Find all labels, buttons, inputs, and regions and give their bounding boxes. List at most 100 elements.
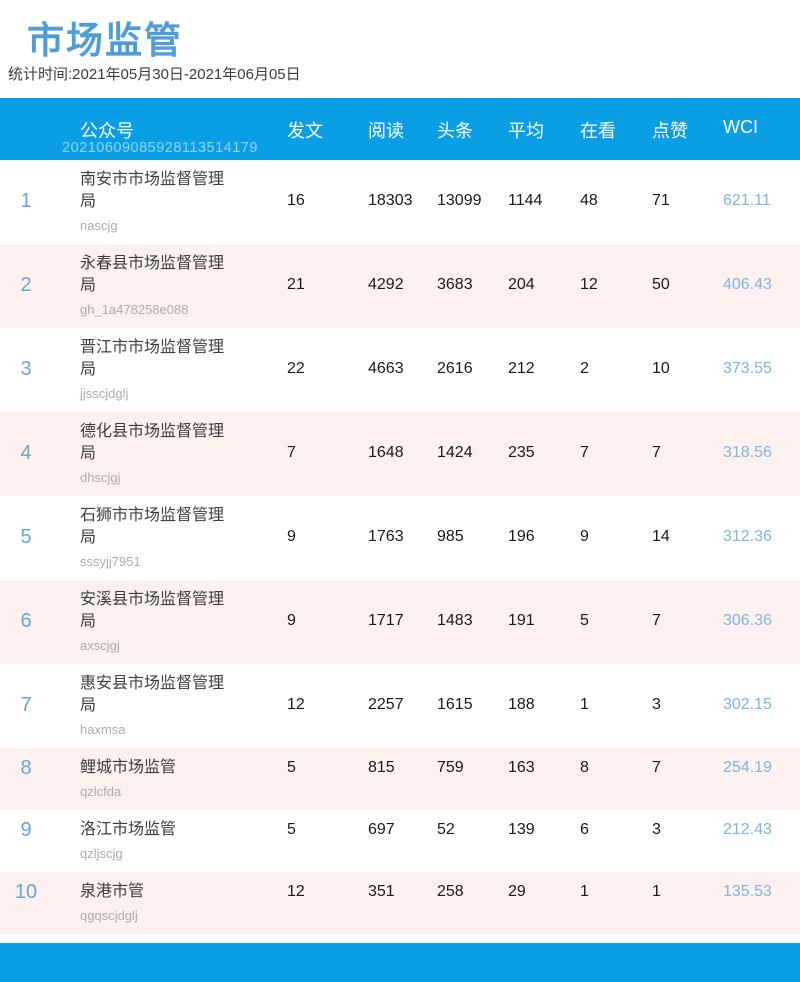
watching-value: 2 <box>580 358 652 403</box>
wci-value: 306.36 <box>723 610 800 655</box>
headline-value: 759 <box>437 757 508 801</box>
account-cell: 泉港市管 qgqscjdglj <box>80 881 287 925</box>
table-header: 公众号 发文 阅读 头条 平均 在看 点赞 WCI 20210609085928… <box>0 98 800 160</box>
reads-value: 1717 <box>368 610 437 655</box>
average-value: 1144 <box>508 190 580 235</box>
table-row: 10 泉港市管 qgqscjdglj 12 351 258 29 1 1 135… <box>0 872 800 934</box>
account-name: 南安市市场监督管理局 <box>80 169 232 213</box>
watching-value: 12 <box>580 274 652 319</box>
likes-value: 14 <box>652 526 723 571</box>
column-header-headline: 头条 <box>437 98 508 143</box>
account-id: axscjgj <box>80 637 287 655</box>
table-row: 9 洛江市场监管 qzljscjg 5 697 52 139 6 3 212.4… <box>0 810 800 872</box>
account-id: qzljscjg <box>80 845 287 863</box>
average-value: 196 <box>508 526 580 571</box>
posts-value: 12 <box>287 881 368 925</box>
average-value: 191 <box>508 610 580 655</box>
column-header-posts: 发文 <box>287 98 368 143</box>
rank-number: 8 <box>0 757 52 779</box>
rank-cell: 8 <box>0 757 80 801</box>
headline-value: 985 <box>437 526 508 571</box>
table-row: 1 南安市市场监督管理局 nascjg 16 18303 13099 1144 … <box>0 160 800 244</box>
headline-value: 1483 <box>437 610 508 655</box>
account-name: 鲤城市场监管 <box>80 757 232 779</box>
rank-number: 2 <box>0 274 52 296</box>
column-header-wci: WCI <box>723 98 800 143</box>
table-row: 8 鲤城市场监管 qzlcfda 5 815 759 163 8 7 254.1… <box>0 748 800 810</box>
reads-value: 18303 <box>368 190 437 235</box>
posts-value: 22 <box>287 358 368 403</box>
account-cell: 鲤城市场监管 qzlcfda <box>80 757 287 801</box>
wci-value: 621.11 <box>723 190 800 235</box>
reads-value: 697 <box>368 819 437 863</box>
average-value: 212 <box>508 358 580 403</box>
reads-value: 2257 <box>368 694 437 739</box>
account-cell: 德化县市场监督管理局 dhscjgj <box>80 421 287 487</box>
page-title: 市场监管 <box>27 10 183 64</box>
table-row: 6 安溪县市场监督管理局 axscjgj 9 1717 1483 191 5 7… <box>0 580 800 664</box>
watching-value: 48 <box>580 190 652 235</box>
account-name: 永春县市场监督管理局 <box>80 253 232 297</box>
column-header-average: 平均 <box>508 98 580 143</box>
account-name: 安溪县市场监督管理局 <box>80 589 232 633</box>
average-value: 29 <box>508 881 580 925</box>
account-name: 惠安县市场监督管理局 <box>80 673 232 717</box>
headline-value: 52 <box>437 819 508 863</box>
rank-cell: 6 <box>0 589 80 655</box>
posts-value: 9 <box>287 526 368 571</box>
account-cell: 永春县市场监督管理局 gh_1a478258e088 <box>80 253 287 319</box>
likes-value: 50 <box>652 274 723 319</box>
average-value: 139 <box>508 819 580 863</box>
reads-value: 1648 <box>368 442 437 487</box>
rank-cell: 9 <box>0 819 80 863</box>
column-header-account: 公众号 <box>80 98 287 143</box>
rank-number: 4 <box>0 442 52 464</box>
likes-value: 10 <box>652 358 723 403</box>
rank-number: 7 <box>0 694 52 716</box>
account-name: 洛江市场监管 <box>80 819 232 841</box>
account-name: 石狮市市场监督管理局 <box>80 505 232 549</box>
account-cell: 南安市市场监督管理局 nascjg <box>80 169 287 235</box>
rank-number: 5 <box>0 526 52 548</box>
reads-value: 351 <box>368 881 437 925</box>
account-cell: 晋江市市场监督管理局 jjsscjdglj <box>80 337 287 403</box>
wci-value: 254.19 <box>723 757 800 801</box>
watching-value: 8 <box>580 757 652 801</box>
wci-value: 318.56 <box>723 442 800 487</box>
headline-value: 1615 <box>437 694 508 739</box>
wci-value: 135.53 <box>723 881 800 925</box>
likes-value: 1 <box>652 881 723 925</box>
headline-value: 258 <box>437 881 508 925</box>
table-row: 4 德化县市场监督管理局 dhscjgj 7 1648 1424 235 7 7… <box>0 412 800 496</box>
table-body: 1 南安市市场监督管理局 nascjg 16 18303 13099 1144 … <box>0 160 800 934</box>
table-header-grid: 公众号 发文 阅读 头条 平均 在看 点赞 WCI <box>0 98 800 143</box>
rank-cell: 3 <box>0 337 80 403</box>
column-header-likes: 点赞 <box>652 98 723 143</box>
table-row: 7 惠安县市场监督管理局 haxmsa 12 2257 1615 188 1 3… <box>0 664 800 748</box>
rank-cell: 5 <box>0 505 80 571</box>
account-name: 晋江市市场监督管理局 <box>80 337 232 381</box>
likes-value: 7 <box>652 757 723 801</box>
reads-value: 4292 <box>368 274 437 319</box>
account-cell: 惠安县市场监督管理局 haxmsa <box>80 673 287 739</box>
watermark-id: 20210609085928113514179 <box>62 140 258 156</box>
account-cell: 石狮市市场监督管理局 sssyjj7951 <box>80 505 287 571</box>
wci-value: 212.43 <box>723 819 800 863</box>
headline-value: 2616 <box>437 358 508 403</box>
column-header-watching: 在看 <box>580 98 652 143</box>
watching-value: 6 <box>580 819 652 863</box>
rank-number: 1 <box>0 190 52 212</box>
reads-value: 1763 <box>368 526 437 571</box>
posts-value: 7 <box>287 442 368 487</box>
average-value: 204 <box>508 274 580 319</box>
likes-value: 71 <box>652 190 723 235</box>
table-row: 5 石狮市市场监督管理局 sssyjj7951 9 1763 985 196 9… <box>0 496 800 580</box>
rank-cell: 4 <box>0 421 80 487</box>
watching-value: 9 <box>580 526 652 571</box>
average-value: 163 <box>508 757 580 801</box>
wci-value: 302.15 <box>723 694 800 739</box>
account-name: 德化县市场监督管理局 <box>80 421 232 465</box>
rank-number: 9 <box>0 819 52 841</box>
ranking-report: 市场监管 统计时间:2021年05月30日-2021年06月05日 公众号 发文… <box>0 0 800 982</box>
rank-cell: 2 <box>0 253 80 319</box>
